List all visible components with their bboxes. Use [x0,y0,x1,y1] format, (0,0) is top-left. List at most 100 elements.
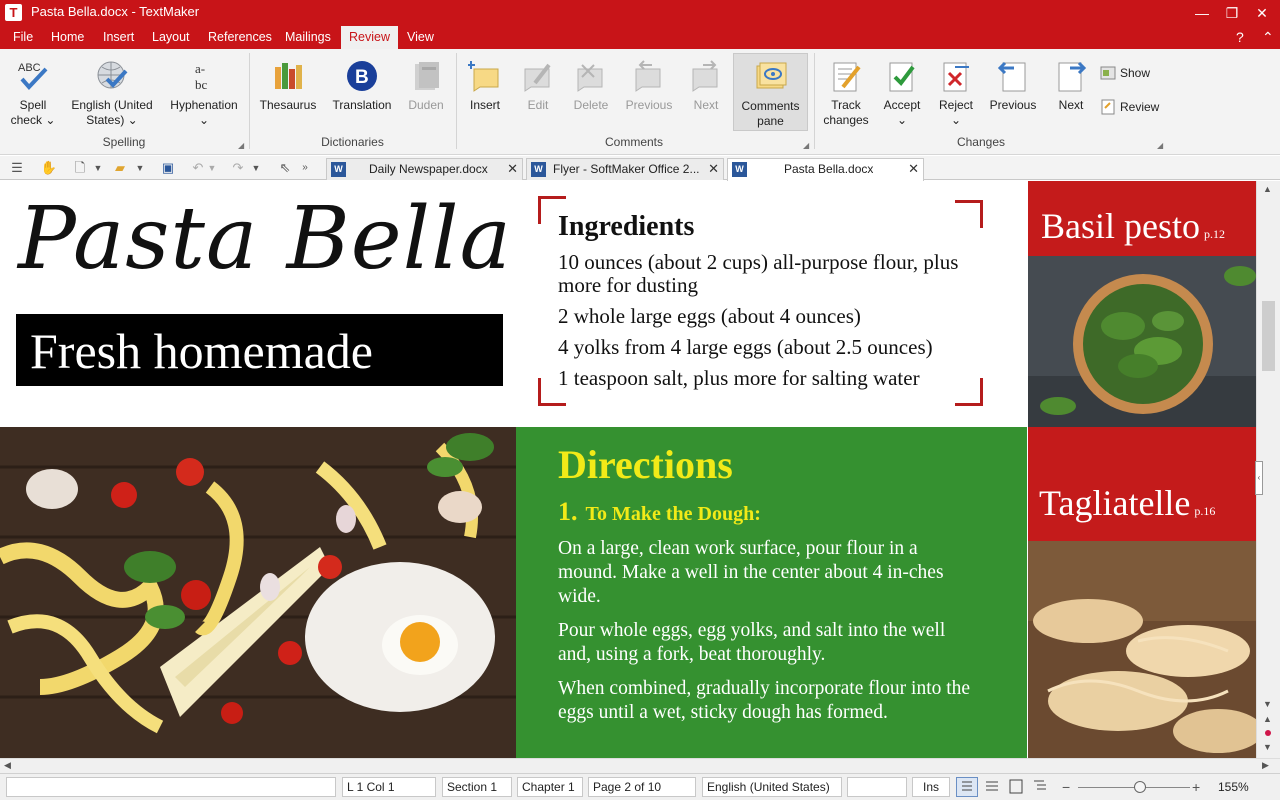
scroll-down-icon[interactable]: ▼ [1263,699,1272,709]
zoom-in-icon[interactable]: + [1192,777,1200,797]
menu-home[interactable]: Home [45,26,90,49]
side-panel-toggle-icon[interactable]: ‹ [1255,461,1263,495]
hyphenation-icon: a-bc [187,59,221,93]
redo-dropdown-icon[interactable]: ▼ [250,159,262,177]
continuous-view-icon[interactable] [956,777,978,797]
more-tools-icon[interactable]: » [296,159,314,177]
basil-pesto-image [1028,256,1256,427]
accept-icon [885,59,919,93]
group-dictionaries-label: Dictionaries [321,135,384,149]
previous-change-button[interactable]: Previous [984,53,1042,133]
touch-mode-icon[interactable]: ✋ [40,159,58,177]
menu-references[interactable]: References [202,26,278,49]
open-folder-icon[interactable]: ▰ [111,159,129,177]
next-comment-icon [689,59,723,93]
close-button[interactable]: ✕ [1247,2,1277,24]
status-language[interactable]: English (United States) [702,777,842,797]
sidebar-card-basil-pesto: Basil pesto p.12 [1028,181,1256,256]
pointer-icon[interactable]: ⇖ [276,159,294,177]
previous-comment-button[interactable]: Previous [620,53,678,133]
new-dropdown-icon[interactable]: ▼ [92,159,104,177]
minimize-button[interactable]: — [1187,2,1217,24]
spell-check-button[interactable]: ABC Spell check ⌄ [4,53,62,133]
previous-page-icon[interactable]: ▲ [1263,714,1272,724]
comments-pane-label: Comments pane [741,99,800,128]
scrollbar-thumb[interactable] [1262,301,1275,371]
zoom-level[interactable]: 155% [1218,777,1249,797]
scroll-up-icon[interactable]: ▲ [1263,184,1272,194]
show-markup-icon [1100,65,1116,81]
close-tab-icon[interactable]: ✕ [708,159,719,179]
tab-pasta-bella[interactable]: W Pasta Bella.docx ✕ [727,158,924,181]
comments-launcher-icon[interactable]: ◢ [803,141,811,150]
horizontal-scrollbar[interactable]: ◀ ▶ [0,758,1280,773]
app-icon[interactable]: T [5,4,22,21]
scroll-right-icon[interactable]: ▶ [1262,760,1269,771]
thesaurus-button[interactable]: Thesaurus [256,53,320,133]
edit-comment-button[interactable]: Edit [514,53,562,133]
delete-comment-button[interactable]: Delete [566,53,616,133]
track-changes-label: Track changes [823,98,869,127]
next-change-label: Next [1058,98,1084,112]
vertical-scrollbar[interactable]: ▲ ‹ ▼ ▲ ▼ [1255,181,1280,758]
new-document-icon[interactable]: 🗋 [71,159,89,177]
pasta-ingredients-image [0,427,516,758]
redo-icon[interactable]: ↷ [229,159,247,177]
changes-launcher-icon[interactable]: ◢ [1157,141,1165,150]
menu-review[interactable]: Review [341,26,398,49]
insert-comment-button[interactable]: Insert [461,53,509,133]
delete-comment-icon [574,59,608,93]
close-tab-icon[interactable]: ✕ [507,159,518,179]
reject-button[interactable]: Reject ⌄ [932,53,980,133]
help-button[interactable]: ? [1236,26,1244,49]
track-changes-icon [829,59,863,93]
outline-view-icon[interactable] [1030,777,1052,797]
menu-file[interactable]: File [7,26,39,49]
review-pane-button[interactable]: Review [1098,96,1159,118]
accept-button[interactable]: Accept ⌄ [878,53,926,133]
language-button[interactable]: English (United States) ⌄ [66,53,158,133]
tab-flyer[interactable]: W Flyer - SoftMaker Office 2... ✕ [526,158,724,180]
scroll-left-icon[interactable]: ◀ [4,760,11,771]
open-dropdown-icon[interactable]: ▼ [134,159,146,177]
collapse-ribbon-button[interactable]: ⌃ [1262,26,1274,49]
review-pane-icon [1100,99,1116,115]
undo-dropdown-icon[interactable]: ▼ [206,159,218,177]
translation-button[interactable]: B Translation [326,53,398,133]
zoom-slider-handle[interactable] [1134,781,1146,793]
svg-text:bc: bc [195,77,208,92]
master-page-view-icon[interactable] [1006,777,1028,797]
close-tab-icon[interactable]: ✕ [908,159,919,179]
word-document-icon: W [732,162,747,177]
page-view-icon[interactable] [982,777,1004,797]
tab-label: Pasta Bella.docx [784,162,874,176]
menu-view[interactable]: View [401,26,440,49]
browse-object-icon[interactable] [1265,730,1271,736]
status-insert-mode[interactable]: Ins [912,777,950,797]
menu-insert[interactable]: Insert [97,26,140,49]
track-changes-button[interactable]: Track changes [820,53,872,133]
hamburger-menu-icon[interactable]: ☰ [8,159,26,177]
word-document-icon: W [331,162,346,177]
maximize-button[interactable]: ❐ [1217,2,1247,24]
menu-layout[interactable]: Layout [146,26,196,49]
next-page-icon[interactable]: ▼ [1263,742,1272,752]
save-icon[interactable]: ▣ [159,159,177,177]
undo-icon[interactable]: ↶ [189,159,207,177]
previous-comment-icon [632,59,666,93]
next-comment-button[interactable]: Next [682,53,730,133]
menu-mailings[interactable]: Mailings [279,26,337,49]
comments-pane-button[interactable]: Comments pane [733,53,808,131]
review-pane-label: Review [1120,100,1160,114]
document-canvas[interactable]: Pasta Bella Fresh homemade Ingredients 1… [0,181,1256,758]
step-title: To Make the Dough: [585,503,761,525]
spelling-launcher-icon[interactable]: ◢ [238,141,246,150]
group-comments-label: Comments [604,135,663,149]
next-change-button[interactable]: Next [1046,53,1096,133]
window-title: Pasta Bella.docx - TextMaker [31,4,200,19]
hyphenation-button[interactable]: a-bc Hyphenation ⌄ [162,53,246,133]
duden-button[interactable]: Duden [400,53,452,133]
zoom-out-icon[interactable]: − [1062,777,1070,797]
show-markup-button[interactable]: Show [1098,62,1150,84]
tab-daily-newspaper[interactable]: W Daily Newspaper.docx ✕ [326,158,523,180]
